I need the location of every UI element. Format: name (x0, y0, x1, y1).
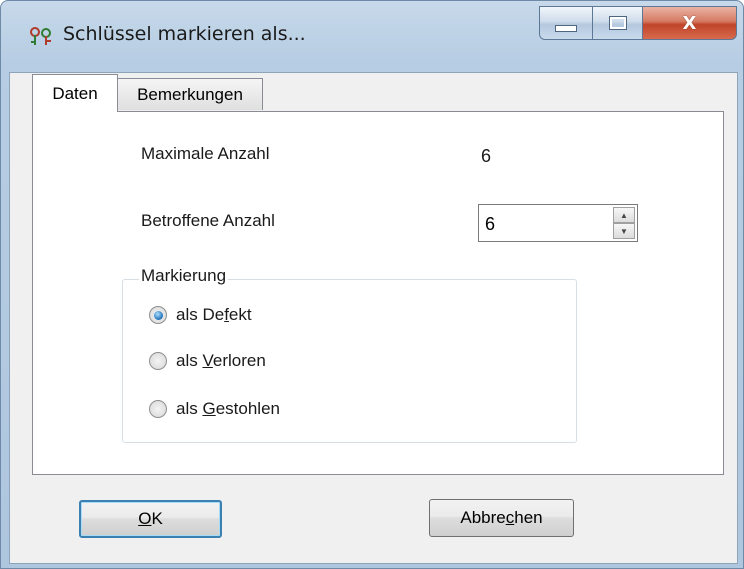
title-bar[interactable]: Schlüssel markieren als... X (1, 1, 743, 71)
ok-button-label: OK (138, 509, 163, 528)
ok-button[interactable]: OK (79, 500, 222, 538)
affected-count-label: Betroffene Anzahl (141, 211, 275, 230)
affected-count-stepper[interactable]: ▲ ▼ (478, 204, 638, 242)
tab-strip: Daten Bemerkungen (25, 74, 725, 112)
radio-defekt[interactable]: als Defekt (149, 302, 252, 328)
keys-app-icon (30, 27, 51, 45)
radio-verloren-label: als Verloren (176, 351, 266, 370)
window-title: Schlüssel markieren als... (63, 23, 306, 45)
radio-button[interactable] (149, 352, 167, 370)
tab-bemerkungen[interactable]: Bemerkungen (118, 78, 263, 110)
stepper-down-button[interactable]: ▼ (613, 223, 635, 239)
chevron-up-icon: ▲ (620, 210, 628, 220)
radio-selected-dot (153, 310, 163, 320)
caption-buttons: X (539, 6, 737, 40)
affected-count-input[interactable] (485, 214, 595, 235)
marking-legend: Markierung (139, 266, 229, 286)
cancel-button-label: Abbrechen (460, 508, 543, 527)
radio-button[interactable] (149, 400, 167, 418)
maximize-button[interactable] (593, 6, 643, 40)
stepper-up-button[interactable]: ▲ (613, 207, 635, 223)
dialog-window: Schlüssel markieren als... X Daten Bemer… (0, 0, 744, 569)
chevron-down-icon: ▼ (620, 226, 628, 236)
maximize-icon (608, 16, 627, 30)
close-icon: X (682, 12, 697, 34)
max-count-label: Maximale Anzahl (141, 144, 270, 163)
tab-daten[interactable]: Daten (32, 74, 118, 112)
max-count-value: 6 (481, 146, 492, 166)
minimize-button[interactable] (539, 6, 593, 40)
stepper-buttons: ▲ ▼ (613, 207, 635, 239)
tab-bemerkungen-label: Bemerkungen (137, 84, 243, 104)
radio-button-selected[interactable] (149, 306, 167, 324)
radio-gestohlen[interactable]: als Gestohlen (149, 396, 280, 422)
cancel-button[interactable]: Abbrechen (429, 499, 574, 537)
radio-verloren[interactable]: als Verloren (149, 348, 266, 374)
minimize-icon (555, 24, 577, 32)
tab-daten-label: Daten (52, 83, 98, 103)
radio-defekt-label: als Defekt (176, 305, 252, 324)
radio-gestohlen-label: als Gestohlen (176, 399, 280, 418)
close-button[interactable]: X (643, 6, 737, 40)
